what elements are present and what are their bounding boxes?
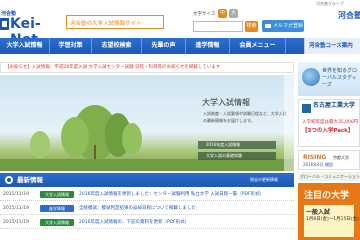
mail-magazine-button[interactable]: メルマガ登録 bbox=[262, 20, 304, 32]
featured-label: 一般入試 bbox=[306, 209, 331, 216]
news-date: 2015/11/19 bbox=[3, 192, 29, 197]
globe-icon bbox=[302, 68, 320, 86]
search-input[interactable] bbox=[193, 21, 243, 32]
font-size-large-button[interactable]: 大 bbox=[229, 9, 238, 18]
featured-date: 1月8日(金)〜1月15日(金) bbox=[306, 217, 359, 222]
ad-univ-name: 名古屋工業大学 bbox=[313, 102, 356, 109]
nav-item-senpai[interactable]: 先輩の声 bbox=[142, 38, 186, 54]
ad-univ-line1: 入学初年度は最大35,000円 bbox=[302, 120, 359, 125]
news-row[interactable]: 2015/11/19 大学入試情報 2016年度入試情報の、下記の資料を更新（P… bbox=[0, 216, 294, 229]
font-size-medium-button[interactable]: 中 bbox=[218, 9, 227, 18]
featured-title: 注目の大学 bbox=[304, 191, 350, 201]
search-button[interactable]: 検索 bbox=[245, 21, 258, 32]
site-subtitle: 河合塾の大学入試情報サイト bbox=[66, 15, 164, 29]
ad-gcom[interactable]: グローバル・コミュニケーション学部 bbox=[298, 172, 360, 181]
logo-badge-icon bbox=[0, 18, 9, 30]
nav-item-school-search[interactable]: 志望校検索 bbox=[92, 38, 142, 54]
hero-side-tab[interactable] bbox=[284, 75, 294, 171]
site-header: 河合塾 Kei-Net 河合塾の大学入試情報サイト 文字サイズ 中 大 検索 メ… bbox=[0, 0, 360, 48]
news-category-badge: 進学情報 bbox=[40, 205, 74, 212]
news-category-badge: 大学入試情報 bbox=[40, 219, 74, 226]
corp-logo[interactable]: 河合塾 bbox=[338, 10, 360, 21]
nav-item-member[interactable]: 会員メニュー bbox=[230, 38, 286, 54]
rising-univ: 京都大学 bbox=[333, 155, 349, 160]
ad-univ-line2: 【3つの入学Pack】 bbox=[302, 128, 354, 134]
rising-logo: RISING bbox=[303, 154, 327, 161]
news-more-link[interactable]: 過去の更新情報 bbox=[250, 173, 278, 187]
hero-button-basics[interactable]: 大学入試の基礎知識 bbox=[198, 152, 276, 160]
ad-rising[interactable]: RISING 2016年4月 開設 京都大学 bbox=[298, 150, 360, 170]
news-row[interactable]: 2015/11/19 進学情報 全統模試：模試判定結果の返却日程について掲載しま… bbox=[0, 202, 294, 215]
site-logo[interactable]: Kei-Net bbox=[0, 16, 62, 48]
ad-global-text: 世界を知るグローバルスタディーズ bbox=[322, 68, 358, 88]
mail-icon bbox=[265, 23, 271, 28]
news-link[interactable]: 2016年度入試情報の、下記の資料を更新（PDF形式） bbox=[79, 216, 189, 228]
nav-item-career[interactable]: 進学情報 bbox=[186, 38, 230, 54]
notice-bar[interactable]: 【お知らせ】入試情報：平成28年度入試 大学入試センター試験 日程・科目等のお知… bbox=[0, 62, 294, 73]
news-row[interactable]: 2015/11/19 大学入試情報 2016年度入試情報を更新しました：センター… bbox=[0, 188, 294, 201]
news-icon bbox=[5, 176, 13, 184]
hero-button-2016[interactable]: 2016年度入試情報 bbox=[198, 141, 276, 149]
news-link[interactable]: 2016年度入試情報を更新しました：センター試験利用 私立大学 入試日程一覧（P… bbox=[79, 188, 264, 200]
nav-koza-link[interactable]: 河合塾コース案内 bbox=[304, 38, 360, 54]
university-logo-icon bbox=[302, 104, 311, 113]
mail-magazine-label: メルマガ登録 bbox=[273, 23, 304, 29]
hero-description: 入試制度・入試要項や試験日程など、大学入試の最新情報をお届けします。 bbox=[203, 111, 287, 123]
news-category-badge: 大学入試情報 bbox=[40, 191, 74, 198]
ad-featured-univ[interactable]: 注目の大学 一般入試 1月8日(金)〜1月15日(金) bbox=[298, 183, 360, 240]
nav-item-exam-info[interactable]: 大学入試情報 bbox=[0, 38, 50, 54]
hero-banner: 大学入試情報 入試制度・入試要項や試験日程など、大学入試の最新情報をお届けします… bbox=[0, 75, 294, 171]
corp-label: 河合塾グループ bbox=[316, 1, 344, 6]
hero-title: 大学入試情報 bbox=[202, 98, 250, 107]
ad-global-studies[interactable]: 世界を知るグローバルスタディーズ bbox=[298, 62, 360, 96]
right-sidebar: 世界を知るグローバルスタディーズ 名古屋工業大学 入学初年度は最大35,000円… bbox=[298, 62, 360, 240]
nav-item-study[interactable]: 学習対策 bbox=[50, 38, 92, 54]
news-link[interactable]: 全統模試：模試判定結果の返却日程について掲載しました bbox=[79, 202, 196, 214]
ad-nagoya-tech[interactable]: 名古屋工業大学 入学初年度は最大35,000円 【3つの入学Pack】 bbox=[298, 99, 360, 147]
news-header: 最新情報 過去の更新情報 bbox=[0, 173, 294, 187]
rising-date: 2016年4月 開設 bbox=[303, 162, 333, 167]
news-title: 最新情報 bbox=[17, 176, 43, 184]
news-date: 2015/11/19 bbox=[3, 220, 29, 225]
news-date: 2015/11/19 bbox=[3, 206, 29, 211]
font-size-label: 文字サイズ bbox=[193, 12, 216, 17]
